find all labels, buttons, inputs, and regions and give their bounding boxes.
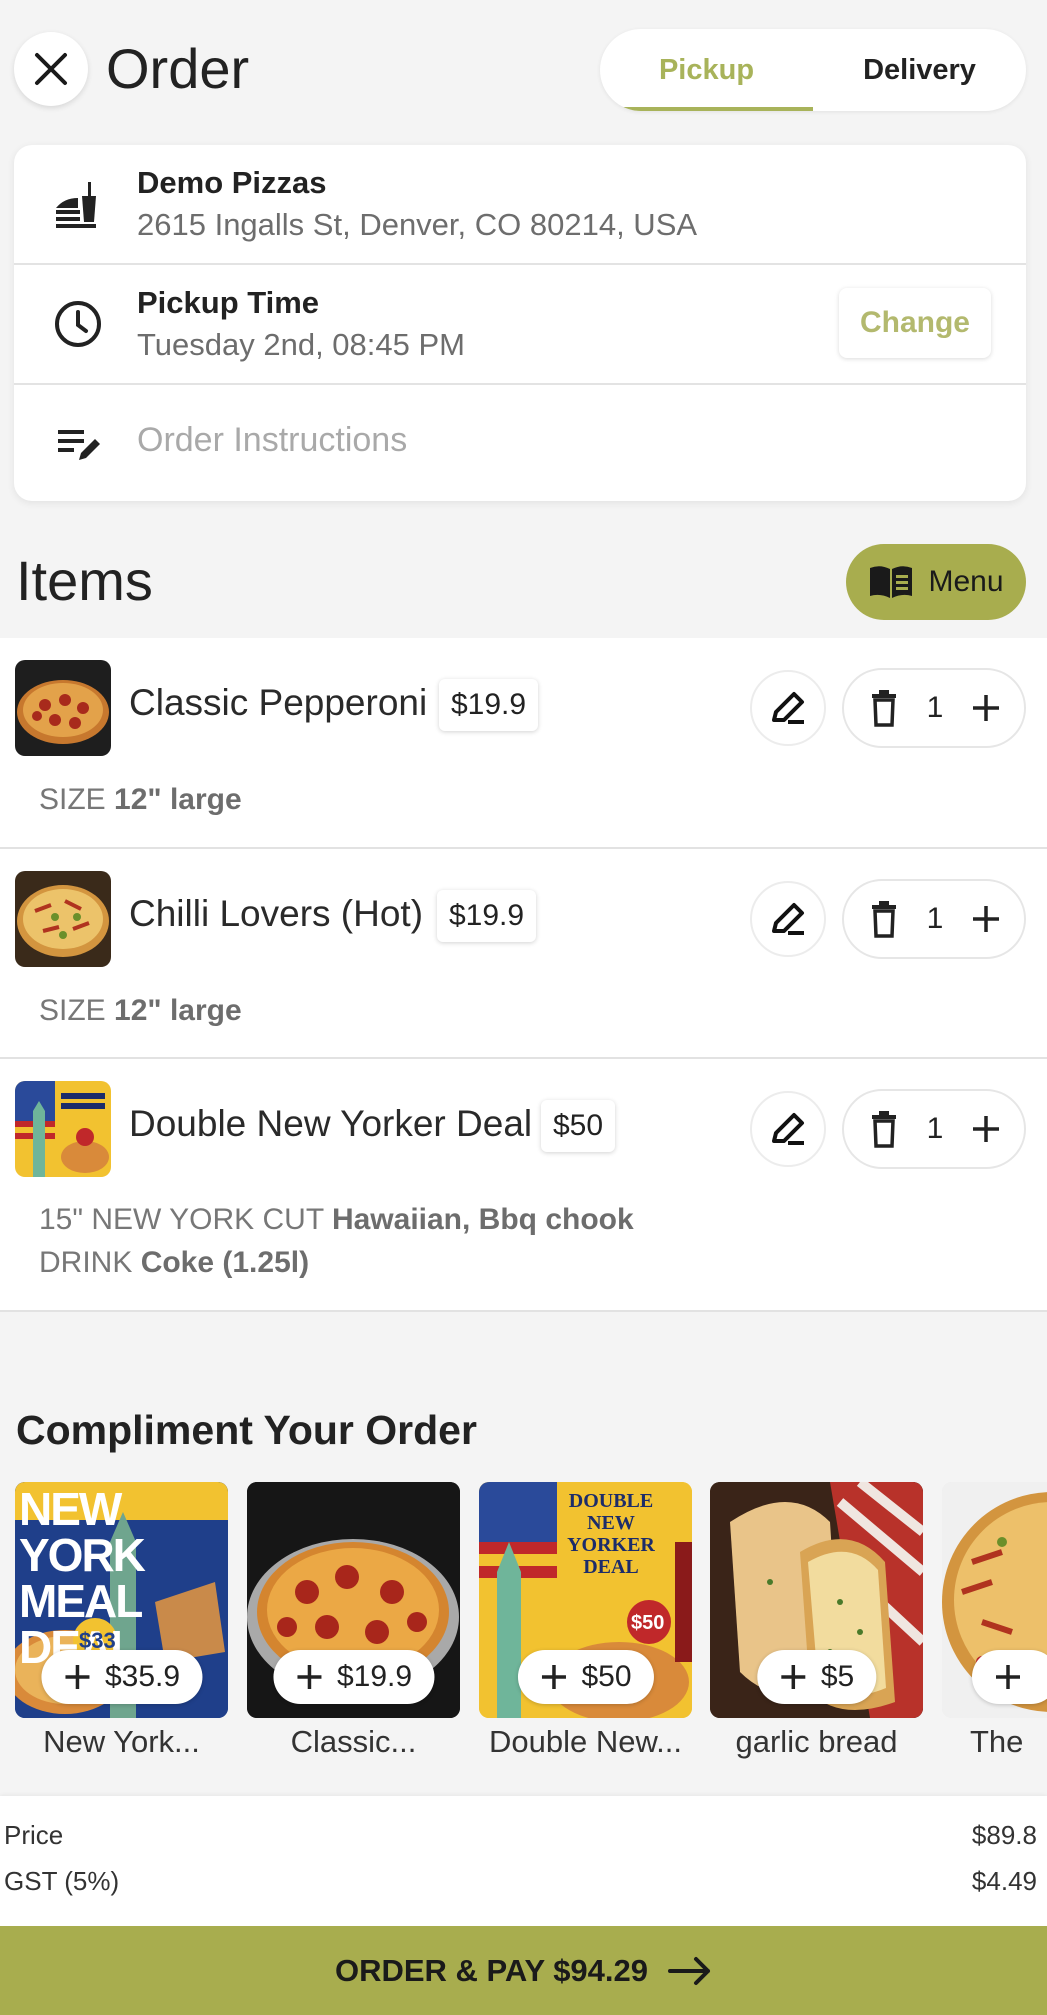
order-totals: Price $89.8 GST (5%) $4.49 <box>0 1796 1047 1926</box>
item-option: SIZE 12" large <box>39 994 242 1027</box>
gst-label: GST (5%) <box>4 1866 120 1896</box>
edit-notes-icon <box>52 417 104 469</box>
item-name: Classic Pepperoni <box>129 682 428 723</box>
pickup-time-title: Pickup Time <box>137 285 320 320</box>
tab-delivery[interactable]: Delivery <box>813 29 1026 111</box>
quantity-value: 1 <box>926 691 944 724</box>
compliment-card[interactable]: The <box>942 1482 1047 1760</box>
instructions-row[interactable]: Order Instructions <box>14 385 1026 501</box>
plus-icon <box>780 1665 805 1689</box>
store-row: Demo Pizzas 2615 Ingalls St, Denver, CO … <box>14 145 1026 263</box>
change-time-button[interactable]: Change <box>839 288 991 358</box>
plus-icon[interactable] <box>970 1113 1002 1145</box>
store-name: Demo Pizzas <box>137 165 327 200</box>
edit-item-button[interactable] <box>750 1091 826 1167</box>
items-heading: Items <box>16 549 153 612</box>
plus-icon <box>541 1665 566 1689</box>
compliment-card[interactable]: NEW YORK MEAL DEAL $33 $35.9 New York... <box>15 1482 228 1760</box>
restaurant-icon <box>52 178 104 230</box>
compliment-label: New York... <box>43 1724 200 1759</box>
item-option: SIZE 12" large <box>39 783 242 816</box>
plus-icon[interactable] <box>970 903 1002 935</box>
pickup-time-value: Tuesday 2nd, 08:45 PM <box>137 327 465 362</box>
item-name: Chilli Lovers (Hot) <box>129 893 424 934</box>
trash-icon[interactable] <box>868 689 900 727</box>
close-button[interactable] <box>14 32 88 106</box>
promo-price: $50 <box>631 1612 665 1634</box>
plus-icon <box>296 1665 321 1689</box>
compliment-price: $19.9 <box>336 1660 413 1693</box>
plus-icon[interactable] <box>970 692 1002 724</box>
gst-value: $4.49 <box>971 1866 1037 1896</box>
cart-item: Double New Yorker Deal $50 1 15" NEW YOR… <box>0 1059 1047 1312</box>
item-option: DRINK Coke (1.25l) <box>39 1246 310 1279</box>
compliment-price: $35.9 <box>104 1660 181 1693</box>
product-image: $19.9 <box>247 1482 460 1718</box>
quantity-stepper: 1 <box>842 668 1026 748</box>
add-to-order-button[interactable] <box>972 1650 1047 1704</box>
product-image: $5 <box>710 1482 923 1718</box>
compliment-label: Double New... <box>489 1724 682 1759</box>
item-thumbnail <box>15 1081 111 1177</box>
compliment-price: $50 <box>581 1660 632 1693</box>
add-to-order-button[interactable]: $5 <box>756 1650 877 1704</box>
product-image: DOUBLE NEW YORKER DEAL $50 $50 <box>479 1482 692 1718</box>
menu-book-icon <box>870 566 913 598</box>
product-image: NEW YORK MEAL DEAL $33 $35.9 <box>15 1482 228 1718</box>
price-value: $89.8 <box>971 1820 1037 1850</box>
plus-icon <box>64 1665 89 1689</box>
close-icon <box>35 53 67 85</box>
compliment-card[interactable]: $5 garlic bread <box>710 1482 923 1760</box>
quantity-stepper: 1 <box>842 1089 1026 1169</box>
clock-icon <box>52 298 104 350</box>
order-instructions-input[interactable]: Order Instructions <box>137 421 407 460</box>
tab-pickup[interactable]: Pickup <box>600 29 813 111</box>
order-pay-button[interactable]: ORDER & PAY $94.29 <box>0 1926 1047 2015</box>
quantity-stepper: 1 <box>842 879 1026 959</box>
item-name: Double New Yorker Deal <box>129 1103 533 1144</box>
quantity-value: 1 <box>926 1112 944 1145</box>
pencil-icon <box>772 1113 804 1145</box>
arrow-right-icon <box>668 1956 711 1985</box>
item-price: $19.9 <box>437 890 537 942</box>
add-to-order-button[interactable]: $35.9 <box>40 1650 203 1704</box>
add-to-order-button[interactable]: $19.9 <box>272 1650 435 1704</box>
order-pay-label: ORDER & PAY $94.29 <box>334 1952 649 1988</box>
compliment-carousel[interactable]: NEW YORK MEAL DEAL $33 $35.9 New York... <box>0 1482 1047 1762</box>
item-thumbnail <box>15 660 111 756</box>
menu-button-label: Menu <box>928 565 1004 598</box>
item-option: 15" NEW YORK CUT Hawaiian, Bbq chook <box>39 1203 634 1236</box>
add-to-order-button[interactable]: $50 <box>517 1650 654 1704</box>
product-image <box>942 1482 1047 1718</box>
edit-item-button[interactable] <box>750 670 826 746</box>
plus-icon <box>996 1665 1020 1689</box>
trash-icon[interactable] <box>868 900 900 938</box>
compliment-heading: Compliment Your Order <box>16 1407 477 1453</box>
trash-icon[interactable] <box>868 1110 900 1148</box>
compliment-label: Classic... <box>290 1724 417 1759</box>
pencil-icon <box>772 903 804 935</box>
quantity-value: 1 <box>926 902 944 935</box>
compliment-price: $5 <box>820 1660 855 1693</box>
order-mode-toggle: Pickup Delivery <box>600 29 1026 111</box>
cart-item: Chilli Lovers (Hot) $19.9 1 SIZE 12" lar… <box>0 849 1047 1059</box>
menu-button[interactable]: Menu <box>846 544 1026 620</box>
promo-title: NEW YORK MEAL DEAL <box>19 1483 146 1673</box>
compliment-label: garlic bread <box>735 1724 898 1759</box>
compliment-card[interactable]: DOUBLE NEW YORKER DEAL $50 $50 Double Ne… <box>479 1482 692 1760</box>
page-title: Order <box>106 37 250 100</box>
compliment-label: The <box>970 1724 1024 1759</box>
edit-item-button[interactable] <box>750 881 826 957</box>
compliment-card[interactable]: $19.9 Classic... <box>247 1482 460 1760</box>
store-address: 2615 Ingalls St, Denver, CO 80214, USA <box>137 207 698 242</box>
pencil-icon <box>772 692 804 724</box>
cart-item: Classic Pepperoni $19.9 1 SIZE 12" large <box>0 638 1047 849</box>
item-thumbnail <box>15 871 111 967</box>
order-info-card: Demo Pizzas 2615 Ingalls St, Denver, CO … <box>14 145 1026 501</box>
item-price: $50 <box>541 1100 616 1152</box>
promo-title: DOUBLE NEW YORKER DEAL <box>567 1490 655 1578</box>
price-label: Price <box>4 1820 64 1850</box>
item-price: $19.9 <box>439 679 539 731</box>
